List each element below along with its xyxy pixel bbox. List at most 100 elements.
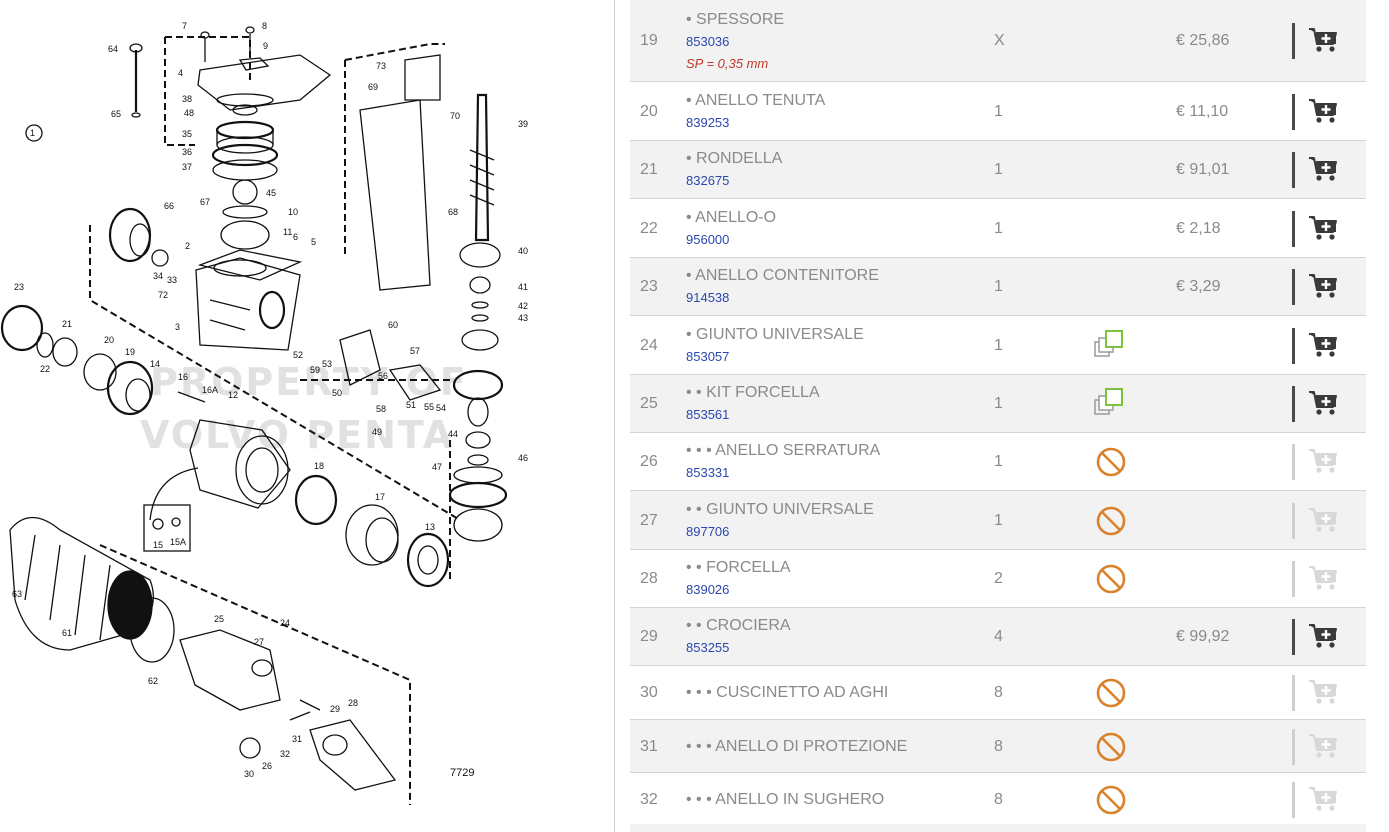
callout-29: 29	[330, 704, 340, 714]
part-quantity: 1	[994, 395, 1003, 412]
part-name: • • • ANELLO IN SUGHERO	[686, 790, 885, 808]
callout-21: 21	[62, 319, 72, 329]
callout-68: 68	[448, 207, 458, 217]
callout-39: 39	[518, 119, 528, 129]
add-to-cart-button	[1292, 502, 1342, 539]
callout-55: 55	[424, 402, 434, 412]
callout-69: 69	[368, 82, 378, 92]
part-code-link[interactable]: 839026	[686, 582, 729, 597]
part-name: • RONDELLA	[686, 150, 783, 167]
part-quantity: 1	[994, 511, 1003, 529]
add-to-cart-button[interactable]	[1292, 210, 1342, 247]
cart-divider	[1292, 444, 1295, 480]
callout-51: 51	[406, 400, 416, 410]
callout-16A: 16A	[202, 385, 218, 395]
callout-42: 42	[518, 301, 528, 311]
not-available-icon	[1094, 562, 1128, 596]
part-quantity: 8	[994, 737, 1003, 755]
part-price: € 2,18	[1176, 219, 1221, 237]
part-code-link[interactable]: 832675	[686, 173, 729, 188]
callout-31: 31	[292, 734, 302, 744]
copy-icon[interactable]	[1094, 387, 1128, 421]
callout-54: 54	[436, 403, 446, 413]
watermark-line-1: PROPERTY OF	[150, 360, 468, 404]
callout-58: 58	[376, 404, 386, 414]
part-code-link[interactable]: 853331	[686, 465, 729, 480]
cart-divider	[1292, 675, 1295, 711]
part-position: 20	[640, 102, 658, 120]
callout-32: 32	[280, 749, 290, 759]
callout-2: 2	[185, 241, 190, 251]
callout-3: 3	[175, 322, 180, 332]
add-to-cart-button[interactable]	[1292, 23, 1342, 59]
part-price: € 99,92	[1176, 628, 1230, 645]
add-to-cart-button[interactable]	[1292, 269, 1342, 305]
table-row: 23 • ANELLO CONTENITORE 914538 1 € 3,29	[630, 258, 1366, 316]
part-code-link[interactable]: 897706	[686, 524, 729, 539]
callout-18: 18	[314, 461, 324, 471]
add-to-cart-button[interactable]	[1292, 327, 1342, 364]
callout-27: 27	[254, 637, 264, 647]
callout-1: 1	[30, 128, 35, 138]
callout-73: 73	[376, 61, 386, 71]
callout-62: 62	[148, 676, 158, 686]
part-name: • ANELLO CONTENITORE	[686, 267, 879, 284]
part-price: € 91,01	[1176, 161, 1230, 178]
table-row: 32 • • • ANELLO IN SUGHERO 8	[630, 773, 1366, 826]
part-code-link[interactable]: 853057	[686, 349, 729, 364]
part-code-link[interactable]: 853036	[686, 34, 729, 49]
callout-15A: 15A	[170, 537, 186, 547]
add-to-cart-button	[1292, 675, 1342, 711]
callout-64: 64	[108, 44, 118, 54]
part-position: 22	[640, 219, 658, 237]
part-code-link[interactable]: 853561	[686, 407, 729, 422]
exploded-view-diagram: PROPERTY OF VOLVO PENTA 7 8 9 64 4 65 38…	[0, 0, 615, 832]
table-row: 26 • • • ANELLO SERRATURA 853331 1	[630, 433, 1366, 491]
part-position: 26	[640, 453, 658, 470]
add-to-cart-button	[1292, 781, 1342, 818]
part-quantity: 4	[994, 628, 1003, 645]
not-available-icon	[1094, 730, 1128, 764]
callout-56: 56	[378, 371, 388, 381]
cart-divider	[1292, 269, 1295, 305]
callout-13: 13	[425, 522, 435, 532]
not-available-icon	[1094, 504, 1128, 538]
part-quantity: 8	[994, 790, 1003, 808]
add-to-cart-button[interactable]	[1292, 619, 1342, 655]
add-to-cart-button[interactable]	[1292, 93, 1342, 130]
part-code-link[interactable]: 914538	[686, 290, 729, 305]
part-position: 32	[640, 790, 658, 808]
part-quantity: 1	[994, 219, 1003, 237]
part-name: • SPESSORE	[686, 11, 785, 28]
table-row: 22 • ANELLO-O 956000 1 € 2,18	[630, 199, 1366, 258]
part-code-link[interactable]: 839253	[686, 115, 729, 130]
callout-17: 17	[375, 492, 385, 502]
table-row: 27 • • GIUNTO UNIVERSALE 897706 1	[630, 491, 1366, 550]
callout-20: 20	[104, 335, 114, 345]
callout-19: 19	[125, 347, 135, 357]
callout-60: 60	[388, 320, 398, 330]
cart-divider	[1292, 728, 1295, 765]
part-name: • • CROCIERA	[686, 617, 791, 634]
part-position: 29	[640, 628, 658, 645]
add-to-cart-button[interactable]	[1292, 152, 1342, 188]
table-row: 25 • • KIT FORCELLA 853561 1	[630, 375, 1366, 433]
copy-icon[interactable]	[1094, 329, 1128, 363]
part-code-link[interactable]: 956000	[686, 232, 729, 247]
cart-divider	[1292, 502, 1295, 539]
cart-divider	[1292, 561, 1295, 597]
callout-8: 8	[262, 21, 267, 31]
part-name: • • GIUNTO UNIVERSALE	[686, 500, 874, 518]
part-quantity: X	[994, 32, 1005, 49]
callout-25: 25	[214, 614, 224, 624]
callout-34: 34	[153, 271, 163, 281]
callout-52: 52	[293, 350, 303, 360]
add-to-cart-button[interactable]	[1292, 386, 1342, 422]
cart-divider	[1292, 327, 1295, 364]
table-row: 24 • GIUNTO UNIVERSALE 853057 1	[630, 316, 1366, 375]
part-note: SP = 0,35 mm	[686, 56, 769, 71]
part-quantity: 1	[994, 336, 1003, 354]
cart-divider	[1292, 386, 1295, 422]
part-code-link[interactable]: 853255	[686, 640, 729, 655]
callout-44: 44	[448, 429, 458, 439]
